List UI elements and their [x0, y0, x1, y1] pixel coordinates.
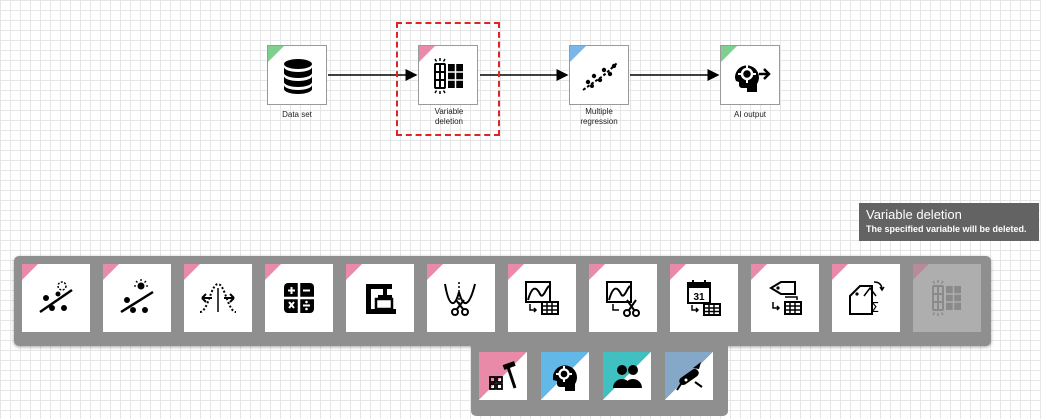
- chart-cut-icon: [606, 281, 640, 317]
- category-ai[interactable]: [541, 352, 589, 400]
- table-column-delete-icon: [434, 58, 463, 94]
- tool-calendar-to-table[interactable]: 31: [670, 264, 738, 332]
- tool-chart-cut[interactable]: [589, 264, 657, 332]
- node-label-ai-output: AI output: [733, 110, 767, 119]
- tool-tag-sum[interactable]: Σ: [832, 264, 900, 332]
- tag-sum-icon: Σ: [849, 281, 885, 316]
- tool-tag-to-table[interactable]: [751, 264, 819, 332]
- tag-to-table-icon: [769, 281, 802, 315]
- node-label-data-set: Data set: [282, 110, 312, 119]
- tool-palette: 31 Σ: [14, 256, 991, 346]
- hammer-blocks-icon: [489, 361, 517, 390]
- node-variable-deletion[interactable]: [418, 45, 478, 105]
- scatter-highlight-outlier-icon: [120, 279, 154, 314]
- tooltip-description: The specified variable will be deleted.: [866, 224, 1027, 234]
- chart-to-table-icon: [525, 281, 559, 315]
- ai-head-icon: [552, 365, 577, 391]
- calculator-icon: [284, 283, 314, 313]
- tooltip-title: Variable deletion: [866, 207, 962, 222]
- node-data-set[interactable]: [267, 45, 327, 105]
- node-label-variable-deletion: Variable deletion: [434, 107, 464, 126]
- tool-calculator[interactable]: [265, 264, 333, 332]
- calendar-to-table-icon: 31: [687, 280, 721, 316]
- category-bar: [471, 346, 728, 416]
- tool-chart-to-table[interactable]: [508, 264, 576, 332]
- tool-normal-distribution[interactable]: [184, 264, 252, 332]
- table-column-delete-icon: [932, 280, 961, 316]
- svg-text:Σ: Σ: [871, 301, 879, 316]
- tool-variable-deletion[interactable]: [913, 264, 981, 332]
- node-label-multiple-regression: Multiple regression: [580, 107, 618, 126]
- tooltip: Variable deletion The specified variable…: [859, 203, 1039, 241]
- svg-text:31: 31: [693, 292, 705, 303]
- people-icon: [613, 365, 642, 388]
- node-ai-output[interactable]: [720, 45, 780, 105]
- swiss-knife-icon: [676, 362, 703, 391]
- category-people[interactable]: [603, 352, 651, 400]
- tool-remove-outlier[interactable]: [22, 264, 90, 332]
- curve-cut-icon: [444, 282, 476, 316]
- normal-distribution-icon: [199, 282, 237, 313]
- database-icon: [284, 59, 312, 94]
- ai-head-arrow-icon: [734, 65, 771, 92]
- scatter-regression-icon: [582, 61, 619, 91]
- category-data-processing[interactable]: [479, 352, 527, 400]
- tool-curve-cut[interactable]: [427, 264, 495, 332]
- category-tools[interactable]: [665, 352, 713, 400]
- tool-highlight-outlier[interactable]: [103, 264, 171, 332]
- clamp-icon: [366, 284, 396, 314]
- node-multiple-regression[interactable]: [569, 45, 629, 105]
- scatter-remove-outlier-icon: [39, 281, 73, 314]
- tool-clamp[interactable]: [346, 264, 414, 332]
